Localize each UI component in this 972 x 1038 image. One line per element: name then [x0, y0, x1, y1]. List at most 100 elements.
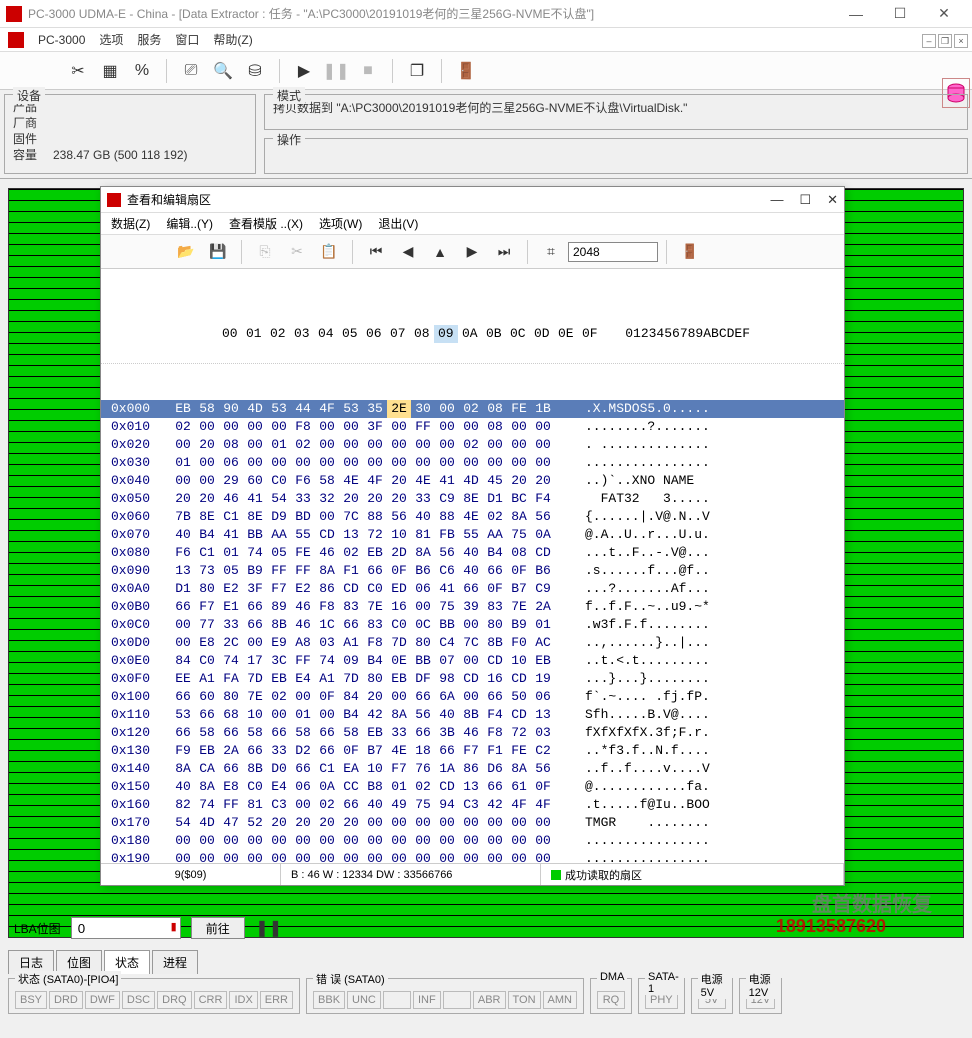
hex-byte[interactable]: 00 — [267, 850, 291, 863]
hex-byte[interactable]: 0A — [315, 778, 339, 796]
hex-byte[interactable]: B6 — [531, 562, 555, 580]
hex-byte[interactable]: 66 — [363, 562, 387, 580]
hex-byte[interactable]: 00 — [459, 652, 483, 670]
hex-byte[interactable]: B4 — [195, 526, 219, 544]
hex-byte[interactable]: C0 — [195, 652, 219, 670]
hex-byte[interactable]: 86 — [459, 760, 483, 778]
hex-menu-edit[interactable]: 编辑..(Y) — [166, 215, 213, 232]
hex-byte[interactable]: 72 — [363, 526, 387, 544]
hex-byte[interactable]: 00 — [459, 688, 483, 706]
hex-byte[interactable]: C4 — [435, 634, 459, 652]
hex-byte[interactable]: 80 — [363, 670, 387, 688]
hex-byte[interactable]: 86 — [315, 580, 339, 598]
hex-byte[interactable]: 7E — [363, 598, 387, 616]
menu-pc3000[interactable]: PC-3000 — [38, 33, 85, 47]
hex-byte[interactable]: 00 — [291, 832, 315, 850]
last-icon[interactable]: ⏭ — [489, 238, 519, 266]
menu-options[interactable]: 选项 — [99, 31, 123, 48]
hex-byte[interactable]: 00 — [315, 850, 339, 863]
hex-byte[interactable]: 1C — [315, 616, 339, 634]
hex-byte[interactable]: 01 — [291, 706, 315, 724]
hex-byte[interactable]: 00 — [411, 850, 435, 863]
hex-byte[interactable]: 0E — [387, 652, 411, 670]
hex-byte[interactable]: 4F — [507, 796, 531, 814]
hex-byte[interactable]: 84 — [339, 688, 363, 706]
hex-byte[interactable]: 00 — [387, 832, 411, 850]
hex-byte[interactable]: 66 — [243, 742, 267, 760]
hex-bytes[interactable]: D180E23FF7E286CDC0ED0641660FB7C9 — [171, 580, 571, 598]
hex-row[interactable]: 0x1206658665866586658EB33663B46F87203fXf… — [101, 724, 844, 742]
hex-byte[interactable]: 18 — [411, 742, 435, 760]
hex-byte[interactable]: 00 — [507, 418, 531, 436]
hex-byte[interactable]: 01 — [267, 436, 291, 454]
hex-row[interactable]: 0x0D000E82C00E9A803A1F87D80C47C8BF0AC..,… — [101, 634, 844, 652]
hex-byte[interactable]: 4F — [531, 796, 555, 814]
hex-byte[interactable]: BD — [291, 508, 315, 526]
hex-byte[interactable]: 82 — [171, 796, 195, 814]
hex-byte[interactable]: C3 — [459, 796, 483, 814]
hex-row[interactable]: 0x130F9EB2A6633D2660FB74E1866F7F1FEC2..*… — [101, 742, 844, 760]
search-icon[interactable]: 🔍 — [209, 57, 237, 85]
hex-byte[interactable]: 88 — [363, 508, 387, 526]
hex-byte[interactable]: 8A — [411, 544, 435, 562]
hex-byte[interactable]: 75 — [411, 796, 435, 814]
hex-byte[interactable]: 00 — [435, 400, 459, 418]
hex-byte[interactable]: 8A — [171, 760, 195, 778]
hex-byte[interactable]: 41 — [435, 472, 459, 490]
hex-byte[interactable]: F9 — [171, 742, 195, 760]
hex-byte[interactable]: 0F — [507, 562, 531, 580]
hex-byte[interactable]: 00 — [291, 688, 315, 706]
hex-byte[interactable]: F1 — [483, 742, 507, 760]
hex-byte[interactable]: 00 — [363, 832, 387, 850]
hex-byte[interactable]: 02 — [459, 400, 483, 418]
hex-byte[interactable]: 00 — [507, 832, 531, 850]
hex-byte[interactable]: D1 — [171, 580, 195, 598]
hex-byte[interactable]: 83 — [339, 598, 363, 616]
minimize-button[interactable]: — — [834, 0, 878, 28]
hex-byte[interactable]: 80 — [195, 580, 219, 598]
hex-byte[interactable]: 81 — [243, 796, 267, 814]
hex-row[interactable]: 0x1006660807E02000F842000666A00665006f`.… — [101, 688, 844, 706]
hex-byte[interactable]: C9 — [435, 490, 459, 508]
hex-byte[interactable]: FA — [219, 670, 243, 688]
hex-byte[interactable]: 03 — [531, 724, 555, 742]
hex-byte[interactable]: EE — [171, 670, 195, 688]
hex-maximize-button[interactable]: ☐ — [799, 192, 811, 208]
hex-byte[interactable]: 20 — [387, 490, 411, 508]
hex-byte[interactable]: 8A — [195, 778, 219, 796]
hex-byte[interactable]: 20 — [195, 436, 219, 454]
hex-byte[interactable]: 00 — [435, 418, 459, 436]
hex-byte[interactable]: 02 — [411, 778, 435, 796]
copy-icon[interactable]: ❐ — [403, 57, 431, 85]
hex-byte[interactable]: 40 — [363, 796, 387, 814]
hex-byte[interactable]: 40 — [459, 562, 483, 580]
hex-row[interactable]: 0x0100200000000F800003F00FF0000080000...… — [101, 418, 844, 436]
hex-byte[interactable]: 16 — [483, 670, 507, 688]
hex-byte[interactable]: 58 — [243, 724, 267, 742]
hex-byte[interactable]: 00 — [459, 814, 483, 832]
hex-row[interactable]: 0x150408AE8C0E4060ACCB80102CD1366610F@..… — [101, 778, 844, 796]
hex-byte[interactable]: 58 — [195, 400, 219, 418]
hex-byte[interactable]: EB — [267, 670, 291, 688]
hex-byte[interactable]: F8 — [315, 598, 339, 616]
hex-byte[interactable]: 00 — [531, 436, 555, 454]
hex-byte[interactable]: E2 — [291, 580, 315, 598]
hex-byte[interactable]: 00 — [363, 436, 387, 454]
hex-byte[interactable]: 00 — [459, 832, 483, 850]
hex-byte[interactable]: 00 — [411, 436, 435, 454]
hex-byte[interactable]: 0F — [483, 580, 507, 598]
hex-bytes[interactable]: 00000000000000000000000000000000 — [171, 850, 571, 863]
hex-byte[interactable]: 84 — [171, 652, 195, 670]
hex-bytes[interactable]: 544D4752202020200000000000000000 — [171, 814, 571, 832]
hex-byte[interactable]: 00 — [171, 634, 195, 652]
hex-byte[interactable]: FF — [219, 796, 243, 814]
hex-byte[interactable]: 3F — [243, 580, 267, 598]
hex-byte[interactable]: 4E — [411, 472, 435, 490]
hex-byte[interactable]: 60 — [195, 688, 219, 706]
hex-byte[interactable]: 4F — [363, 472, 387, 490]
hex-row[interactable]: 0x07040B441BBAA55CD13721081FB55AA750A@.A… — [101, 526, 844, 544]
hex-byte[interactable]: EB — [531, 652, 555, 670]
hex-byte[interactable]: 80 — [219, 688, 243, 706]
hex-byte[interactable]: 8A — [507, 508, 531, 526]
hex-byte[interactable]: FB — [435, 526, 459, 544]
